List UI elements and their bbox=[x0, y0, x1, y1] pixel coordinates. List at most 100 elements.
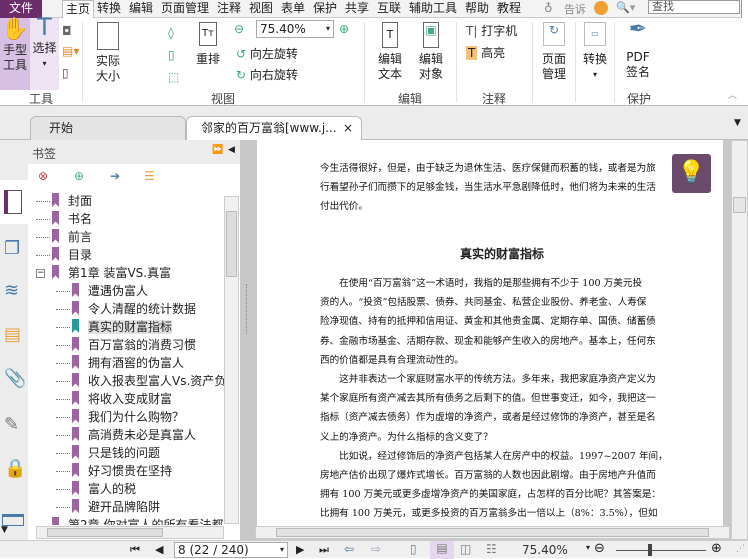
menu-tab[interactable]: 注释 bbox=[214, 0, 244, 18]
bookmark-item[interactable]: 前言 bbox=[36, 228, 92, 246]
scrollbar-thumb[interactable] bbox=[226, 211, 237, 277]
search-options-icon[interactable]: 🔍▾ bbox=[616, 1, 635, 14]
scrollbar-thumb[interactable] bbox=[733, 197, 746, 213]
expand-panel-icon[interactable]: ⏩ bbox=[212, 145, 223, 155]
bookmark-item[interactable]: 真实的财富指标 bbox=[56, 318, 173, 336]
next-view-icon[interactable]: ⇨ bbox=[371, 542, 381, 556]
document-horizontal-scrollbar[interactable] bbox=[255, 526, 730, 539]
bookmarks-panel-icon[interactable] bbox=[4, 190, 22, 214]
hand-tool-button[interactable]: ✋ 手型 工具 bbox=[0, 18, 30, 90]
page-number-field[interactable]: 8 (22 / 240) ▾ bbox=[174, 542, 288, 558]
bookmark-item[interactable]: 将收入变成财富 bbox=[56, 390, 172, 408]
bookmark-item[interactable]: 避开品牌陷阱 bbox=[56, 498, 160, 516]
bookmark-item[interactable]: 拥有酒窖的伪富人 bbox=[56, 354, 184, 372]
tips-lightbulb-button[interactable]: 💡 bbox=[672, 154, 711, 193]
edit-text-button[interactable]: T 编辑 文本 bbox=[372, 20, 408, 82]
zoom-in-status-icon[interactable]: ⊕ bbox=[711, 541, 722, 556]
facing-page-icon[interactable]: ◫ bbox=[460, 542, 471, 556]
zoom-level-value[interactable]: 75.40% bbox=[522, 543, 568, 557]
scrollbar-thumb[interactable] bbox=[276, 528, 709, 537]
zoom-dropdown-icon[interactable]: ▾ bbox=[586, 543, 590, 552]
notification-icon[interactable] bbox=[594, 1, 608, 15]
edit-object-button[interactable]: ▣ 编辑 对象 bbox=[412, 20, 450, 82]
bookmark-item[interactable]: 高消费未必是真富人 bbox=[56, 426, 196, 444]
close-tab-icon[interactable]: × bbox=[343, 117, 353, 139]
fit-page-icon[interactable]: ▯ bbox=[168, 44, 179, 66]
pages-panel-icon[interactable]: ❐ bbox=[4, 238, 20, 259]
tell-me[interactable]: 告诉 bbox=[564, 1, 586, 17]
page-manage-button[interactable]: ↻ 页面 管理 bbox=[536, 22, 572, 82]
menu-tab[interactable]: 教程 bbox=[494, 0, 524, 18]
bookmark-horizontal-scrollbar[interactable] bbox=[36, 526, 224, 539]
zoom-in-icon[interactable]: ⊕ bbox=[339, 22, 349, 36]
menu-tab[interactable]: 转换 bbox=[94, 0, 124, 18]
continuous-facing-icon[interactable]: ☷ bbox=[486, 542, 497, 556]
delete-bookmark-icon[interactable]: ⊗ bbox=[38, 168, 48, 184]
fit-width-icon[interactable]: ◊ bbox=[168, 22, 179, 44]
collapse-panel-icon[interactable]: ◀ bbox=[228, 145, 235, 155]
clipboard-icon[interactable]: ▤▾ bbox=[62, 44, 79, 58]
previous-view-icon[interactable]: ⇦ bbox=[344, 542, 354, 556]
signatures-panel-icon[interactable]: ✎ bbox=[4, 414, 19, 435]
zoom-out-icon[interactable]: ⊖ bbox=[234, 22, 244, 36]
bookmark-item[interactable]: 书名 bbox=[36, 210, 92, 228]
go-to-bookmark-icon[interactable]: ➔ bbox=[110, 168, 120, 184]
continuous-page-icon[interactable]: ▤ bbox=[430, 541, 454, 559]
first-page-button[interactable]: ⏮ bbox=[130, 543, 140, 557]
zoom-slider-thumb[interactable] bbox=[648, 544, 652, 556]
fit-visible-icon[interactable]: ⬚ bbox=[168, 66, 179, 88]
highlight-button[interactable]: T 高亮 bbox=[466, 44, 505, 61]
fit-icons[interactable]: ◊ ▯ ⬚ bbox=[168, 22, 179, 88]
bookmark-add-icon[interactable]: ▯ bbox=[62, 66, 69, 80]
menu-tab[interactable]: 页面管理 bbox=[158, 0, 212, 18]
menu-tab[interactable]: 主页 bbox=[62, 0, 95, 18]
rotate-right-button[interactable]: ↻ 向右旋转 bbox=[236, 66, 298, 83]
more-panels-icon[interactable]: ▼ bbox=[1, 525, 8, 535]
zoom-select[interactable]: 75.40% ▾ bbox=[256, 20, 334, 38]
bookmark-item[interactable]: 百万富翁的消费习惯 bbox=[56, 336, 196, 354]
collapse-ribbon-icon[interactable]: ︿ bbox=[728, 88, 737, 101]
next-page-button[interactable]: ▶ bbox=[296, 543, 304, 556]
bookmark-vertical-scrollbar[interactable] bbox=[224, 196, 239, 524]
bookmark-item[interactable]: 收入报表型富人Vs.资产负 bbox=[56, 372, 224, 390]
convert-button[interactable]: ▭ 转换 ▾ bbox=[578, 22, 612, 82]
actual-size-button[interactable]: 实际 大小 bbox=[88, 20, 128, 84]
menu-tab[interactable]: 共享 bbox=[342, 0, 372, 18]
zoom-out-status-icon[interactable]: ⊖ bbox=[594, 541, 605, 556]
scrollbar-thumb[interactable] bbox=[47, 528, 163, 537]
menu-tab[interactable]: 编辑 bbox=[126, 0, 156, 18]
rotate-left-button[interactable]: ↺ 向左旋转 bbox=[236, 45, 298, 62]
tab-document[interactable]: 邻家的百万富翁[www.j... × bbox=[186, 116, 362, 140]
comments-panel-icon[interactable]: ▤ bbox=[4, 324, 21, 345]
tab-list-dropdown-icon[interactable]: ▼ bbox=[734, 118, 741, 128]
bookmark-item[interactable]: 富人的税 bbox=[56, 480, 136, 498]
bookmark-item[interactable]: − 第1章 装富VS.真富 bbox=[36, 264, 171, 282]
document-vertical-scrollbar[interactable] bbox=[731, 140, 748, 540]
bookmark-item[interactable]: 令人清醒的统计数据 bbox=[56, 300, 196, 318]
bookmark-item[interactable]: 目录 bbox=[36, 246, 92, 264]
file-menu[interactable]: 文件 bbox=[0, 0, 42, 18]
single-page-icon[interactable]: ▯ bbox=[410, 542, 417, 556]
attachments-panel-icon[interactable]: 📎 bbox=[4, 368, 26, 389]
select-tool-button[interactable]: T 选择 ▾ bbox=[30, 15, 59, 90]
bookmark-item[interactable]: 我们为什么购物？ bbox=[56, 408, 184, 426]
bookmark-item[interactable]: 封面 bbox=[36, 192, 92, 210]
reflow-button[interactable]: Tт 重排 bbox=[193, 22, 223, 67]
previous-page-button[interactable]: ◀ bbox=[155, 543, 163, 556]
last-page-button[interactable]: ⏭ bbox=[319, 543, 329, 557]
snapshot-icon[interactable]: ◘ bbox=[62, 24, 72, 38]
search-input[interactable]: 查找 bbox=[648, 0, 740, 14]
splitter-handle[interactable] bbox=[246, 284, 250, 334]
menu-tab[interactable]: 表单 bbox=[278, 0, 308, 18]
bookmark-options-icon[interactable]: ☰ bbox=[144, 168, 155, 184]
search-button[interactable] bbox=[741, 0, 748, 18]
menu-tab[interactable]: 帮助 bbox=[462, 0, 492, 18]
menu-tab[interactable]: 辅助工具 bbox=[406, 0, 460, 18]
bookmark-item[interactable]: 好习惯贵在坚持 bbox=[56, 462, 172, 480]
layers-panel-icon[interactable]: ≋ bbox=[4, 280, 19, 301]
menu-tab[interactable]: 互联 bbox=[374, 0, 404, 18]
security-panel-icon[interactable]: 🔒 bbox=[4, 458, 26, 479]
pdf-sign-button[interactable]: ✒ PDF 签名 bbox=[618, 19, 658, 80]
menu-tab[interactable]: 视图 bbox=[246, 0, 276, 18]
add-bookmark-icon[interactable]: ⊕ bbox=[74, 168, 84, 184]
